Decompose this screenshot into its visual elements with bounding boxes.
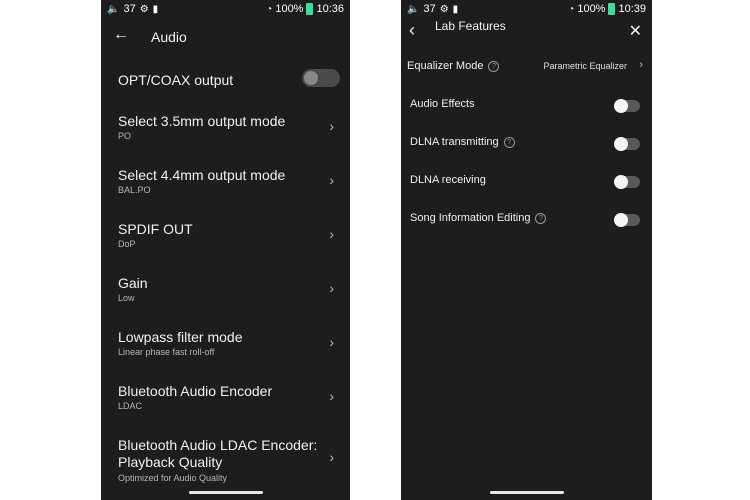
arrow-left-icon[interactable]: ←	[113, 26, 129, 44]
item-title: Select 3.5mm output mode	[118, 113, 286, 129]
toggle-label: Audio Effects	[410, 98, 475, 110]
lab-features-screen: 🔈 37 ⚙ ▮ ◔ 100% 10:39 ‹ Lab Features ✕ E…	[401, 0, 652, 500]
chevron-left-icon[interactable]: ‹	[409, 20, 415, 41]
list-item-ldac-quality[interactable]: Bluetooth Audio LDAC Encoder: Playback Q…	[101, 437, 350, 485]
question-mark-icon[interactable]: ?	[488, 61, 500, 72]
item-title: SPDIF OUT	[118, 221, 193, 237]
volume-icon: 🔈	[107, 3, 120, 15]
toggle-label: DLNA transmitting?	[410, 136, 515, 148]
chevron-right-icon: ›	[329, 334, 334, 350]
list-item-lowpass-filter[interactable]: Lowpass filter mode Linear phase fast ro…	[101, 329, 350, 359]
item-title: Bluetooth Audio Encoder	[118, 383, 273, 399]
battery-percent: 100%	[577, 3, 606, 15]
list-item-gain[interactable]: Gain Low ›	[101, 275, 350, 305]
equalizer-mode-value: Parametric Equalizer	[543, 61, 627, 71]
app-bar: ← Audio	[101, 22, 350, 52]
page-title: Audio	[151, 29, 187, 45]
chevron-right-icon: ›	[639, 59, 643, 71]
home-indicator[interactable]	[189, 491, 263, 494]
toggle-knob	[614, 137, 628, 151]
sd-card-icon: ▮	[152, 3, 159, 15]
item-title: Gain	[118, 275, 148, 291]
list-item-4-4mm-output[interactable]: Select 4.4mm output mode BAL.PO ›	[101, 167, 350, 197]
toggle-row-dlna-receiving[interactable]: DLNA receiving	[401, 172, 652, 192]
toggle-label-text: Song Information Editing	[410, 212, 531, 224]
status-bar: 🔈 37 ⚙ ▮ ◔ 100% 10:39	[401, 0, 652, 18]
toggle-label-text: DLNA transmitting	[410, 136, 499, 148]
item-subtitle: BAL.PO	[118, 185, 151, 195]
chevron-right-icon: ›	[329, 172, 334, 188]
dlna-transmitting-toggle[interactable]	[614, 137, 640, 151]
song-info-editing-toggle[interactable]	[614, 213, 640, 227]
toggle-knob	[304, 71, 318, 85]
opt-coax-row[interactable]: OPT/COAX output	[101, 69, 350, 92]
toggle-knob	[614, 213, 628, 227]
list-item-bluetooth-encoder[interactable]: Bluetooth Audio Encoder LDAC ›	[101, 383, 350, 413]
chevron-right-icon: ›	[329, 280, 334, 296]
opt-coax-label: OPT/COAX output	[118, 72, 234, 88]
volume-icon: 🔈	[407, 3, 420, 15]
question-mark-icon[interactable]: ?	[503, 137, 515, 148]
volume-level: 37	[423, 3, 436, 15]
item-subtitle: PO	[118, 131, 132, 141]
page-title: Lab Features	[435, 19, 506, 33]
battery-percent: 100%	[275, 3, 304, 15]
home-indicator[interactable]	[490, 491, 564, 494]
list-item-spdif-out[interactable]: SPDIF OUT DoP ›	[101, 221, 350, 251]
toggle-row-audio-effects[interactable]: Audio Effects	[401, 96, 652, 116]
toggle-knob	[614, 175, 628, 189]
battery-icon	[306, 3, 314, 15]
settings-icon: ⚙	[139, 3, 149, 15]
toggle-label: DLNA receiving	[410, 174, 486, 186]
toggle-label: Song Information Editing?	[410, 212, 547, 224]
toggle-row-song-info-editing[interactable]: Song Information Editing?	[401, 210, 652, 230]
volume-level: 37	[123, 3, 136, 15]
chevron-right-icon: ›	[329, 449, 334, 465]
item-subtitle: LDAC	[118, 401, 143, 411]
wifi-icon: ◔	[568, 3, 575, 15]
item-title-line1: Bluetooth Audio LDAC Encoder:	[118, 437, 318, 453]
equalizer-mode-row[interactable]: Equalizer Mode? Parametric Equalizer ›	[401, 58, 652, 78]
item-title: Select 4.4mm output mode	[118, 167, 286, 183]
wifi-icon: ◔	[266, 3, 273, 15]
opt-coax-toggle[interactable]	[302, 69, 340, 87]
item-subtitle: Low	[118, 293, 135, 303]
item-title: Lowpass filter mode	[118, 329, 243, 345]
item-title-line2: Playback Quality	[118, 454, 223, 470]
clock: 10:36	[316, 3, 344, 15]
question-mark-icon[interactable]: ?	[535, 213, 547, 224]
audio-effects-toggle[interactable]	[614, 99, 640, 113]
chevron-right-icon: ›	[329, 388, 334, 404]
equalizer-mode-text: Equalizer Mode	[407, 60, 484, 72]
status-bar: 🔈 37 ⚙ ▮ ◔ 100% 10:36	[101, 0, 350, 18]
chevron-right-icon: ›	[329, 118, 334, 134]
equalizer-mode-label: Equalizer Mode?	[407, 60, 500, 72]
item-subtitle: DoP	[118, 239, 136, 249]
clock: 10:39	[618, 3, 646, 15]
item-subtitle: Linear phase fast roll-off	[118, 347, 215, 357]
close-icon[interactable]: ✕	[629, 21, 642, 41]
sd-card-icon: ▮	[452, 3, 459, 15]
list-item-3-5mm-output[interactable]: Select 3.5mm output mode PO ›	[101, 113, 350, 143]
toggle-row-dlna-transmitting[interactable]: DLNA transmitting?	[401, 134, 652, 154]
audio-settings-screen: 🔈 37 ⚙ ▮ ◔ 100% 10:36 ← Audio OPT/COAX o…	[101, 0, 350, 500]
toggle-knob	[614, 99, 628, 113]
app-bar: ‹ Lab Features ✕	[401, 19, 652, 52]
chevron-right-icon: ›	[329, 226, 334, 242]
dlna-receiving-toggle[interactable]	[614, 175, 640, 189]
battery-icon	[608, 3, 616, 15]
settings-icon: ⚙	[439, 3, 449, 15]
item-subtitle: Optimized for Audio Quality	[118, 473, 228, 483]
